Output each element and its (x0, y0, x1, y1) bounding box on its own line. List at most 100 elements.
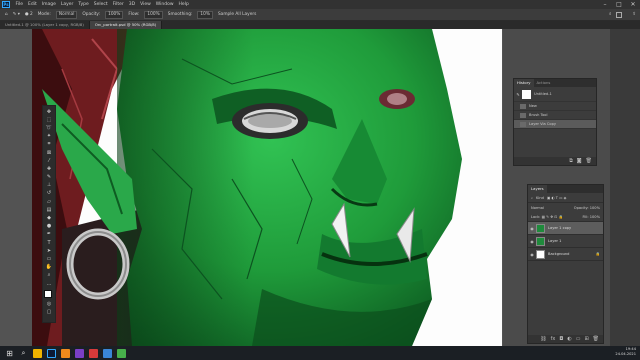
eraser-tool-icon[interactable]: ▱ (45, 199, 53, 206)
trash-icon[interactable]: 🗑 (593, 336, 599, 342)
app-icon[interactable] (117, 348, 126, 358)
menu-filter[interactable]: Filter (110, 2, 126, 7)
menu-edit[interactable]: Edit (26, 2, 40, 7)
lasso-tool-icon[interactable]: ➰ (45, 125, 53, 132)
brush-preset-icon[interactable]: ✎ ▾ (13, 12, 20, 17)
file-explorer-icon[interactable] (33, 348, 42, 358)
history-row[interactable]: Brush Tool (514, 111, 596, 120)
search-icon[interactable]: ⌕ (19, 349, 28, 358)
brush-size-icon[interactable]: ● 2 (25, 12, 33, 17)
lock-icon: 🔒 (595, 252, 600, 256)
photoshop-taskbar-icon[interactable] (47, 348, 56, 358)
healing-brush-tool-icon[interactable]: ✚ (45, 166, 53, 173)
hand-tool-icon[interactable]: ✋ (45, 264, 53, 271)
gradient-tool-icon[interactable]: ▤ (45, 207, 53, 214)
tab-document-1[interactable]: Untitled-1 @ 100% (Layer 1 copy, RGB/8) (0, 21, 90, 29)
trash-icon[interactable]: 🗑 (586, 158, 592, 164)
close-button[interactable]: ✕ (626, 0, 640, 9)
tab-actions[interactable]: Actions (534, 79, 554, 87)
brush-tool-icon[interactable]: ✎ (45, 174, 53, 181)
menu-help[interactable]: Help (176, 2, 191, 7)
more-tools-icon[interactable]: … (45, 281, 53, 288)
layer-row[interactable]: ◉ Background 🔒 (528, 248, 603, 261)
search-icon: ⌕ (531, 195, 534, 200)
pen-tool-icon[interactable]: ✒ (45, 231, 53, 238)
frame-tool-icon[interactable]: ⊠ (45, 150, 53, 157)
layer-opacity-field[interactable]: 100% (590, 206, 600, 210)
workspace-icon[interactable] (616, 11, 623, 18)
app-icon[interactable] (61, 348, 70, 358)
menu-3d[interactable]: 3D (126, 2, 137, 7)
history-row[interactable]: Layer Via Copy (514, 120, 596, 129)
layer-name[interactable]: Layer 1 (548, 239, 561, 243)
quick-mask-icon[interactable]: ◎ (45, 301, 53, 308)
smoothing-field[interactable]: 10% (197, 10, 213, 19)
layer-name[interactable]: Background (548, 252, 569, 256)
app-icon[interactable] (75, 348, 84, 358)
flow-field[interactable]: 100% (144, 10, 163, 19)
tab-document-2[interactable]: Orc_portrait.psd @ 50% (RGB/8) (89, 21, 163, 29)
minimize-button[interactable]: – (598, 0, 612, 9)
app-icon[interactable] (89, 348, 98, 358)
menu-file[interactable]: File (13, 2, 26, 7)
sample-all-layers-checkbox[interactable]: Sample All Layers (218, 12, 256, 17)
link-layers-icon[interactable]: ⛓ (540, 336, 546, 342)
kind-filter[interactable]: Kind (536, 196, 544, 200)
visibility-eye-icon[interactable]: ◉ (528, 239, 536, 244)
camera-icon[interactable]: ◙ (577, 158, 582, 164)
blend-mode-select[interactable]: Normal (531, 206, 544, 210)
layer-name[interactable]: Layer 1 copy (548, 226, 571, 230)
layer-row[interactable]: ◉ Layer 1 (528, 235, 603, 248)
marquee-tool-icon[interactable]: ⬚ (45, 117, 53, 124)
visibility-eye-icon[interactable]: ◉ (528, 252, 536, 257)
tab-layers[interactable]: Layers (528, 185, 547, 193)
fx-icon[interactable]: fx (551, 336, 556, 342)
menu-window[interactable]: Window (153, 2, 176, 7)
menu-image[interactable]: Image (39, 2, 58, 7)
history-row[interactable]: New (514, 102, 596, 111)
share-icon[interactable]: ⇪ (632, 12, 636, 17)
tab-history[interactable]: History (514, 79, 534, 87)
adjustment-layer-icon[interactable]: ◐ (567, 336, 571, 342)
add-mask-icon[interactable]: ◘ (559, 336, 563, 342)
filter-icons[interactable]: ▣ ◐ T ▭ ◈ (547, 196, 566, 200)
magic-wand-tool-icon[interactable]: ✦ (45, 133, 53, 140)
menu-layer[interactable]: Layer (58, 2, 76, 7)
layer-row[interactable]: ◉ Layer 1 copy (528, 222, 603, 235)
eyedropper-tool-icon[interactable]: ⁄ (45, 158, 53, 165)
document-canvas[interactable] (32, 29, 502, 346)
maximize-button[interactable]: □ (612, 0, 626, 9)
fill-field[interactable]: 100% (590, 215, 600, 219)
screen-mode-icon[interactable]: ▢ (45, 309, 53, 316)
history-snapshot-row[interactable]: ✎ Untitled-1 (514, 87, 596, 102)
menu-view[interactable]: View (138, 2, 154, 7)
menu-select[interactable]: Select (91, 2, 110, 7)
dodge-tool-icon[interactable]: ● (45, 223, 53, 230)
history-brush-tool-icon[interactable]: ↺ (45, 190, 53, 197)
color-swatches[interactable] (44, 290, 55, 302)
visibility-eye-icon[interactable]: ◉ (528, 226, 536, 231)
menu-type[interactable]: Type (76, 2, 91, 7)
clone-stamp-tool-icon[interactable]: ⊥ (45, 182, 53, 189)
search-icon[interactable]: ⌕ (609, 12, 611, 17)
group-icon[interactable]: ▭ (576, 336, 581, 342)
move-tool-icon[interactable]: ✥ (45, 109, 53, 116)
home-icon[interactable]: ⌂ (5, 12, 8, 17)
lock-icons[interactable]: ▦ ✎ ✥ ⊡ 🔒 (542, 215, 563, 219)
zoom-tool-icon[interactable]: ⌕ (45, 272, 53, 279)
blur-tool-icon[interactable]: ◆ (45, 215, 53, 222)
system-tray-clock[interactable]: 19:44 24.04.2021 (615, 347, 636, 357)
mode-select[interactable]: Normal (55, 10, 78, 19)
new-layer-icon[interactable]: ⊞ (584, 336, 588, 342)
start-windows-icon[interactable]: ⊞ (5, 349, 14, 358)
foreground-color-icon[interactable] (44, 290, 52, 299)
app-icon[interactable] (103, 348, 112, 358)
shape-tool-icon[interactable]: ▭ (45, 256, 53, 263)
history-brush-source-icon[interactable]: ✎ (514, 92, 522, 97)
opacity-field[interactable]: 100% (105, 10, 124, 19)
new-document-icon[interactable]: ⧉ (569, 158, 573, 164)
crop-tool-icon[interactable]: ⌗ (45, 141, 53, 148)
path-selection-tool-icon[interactable]: ➤ (45, 248, 53, 255)
type-tool-icon[interactable]: T (45, 240, 53, 247)
photoshop-logo-icon: Ps (2, 1, 10, 8)
